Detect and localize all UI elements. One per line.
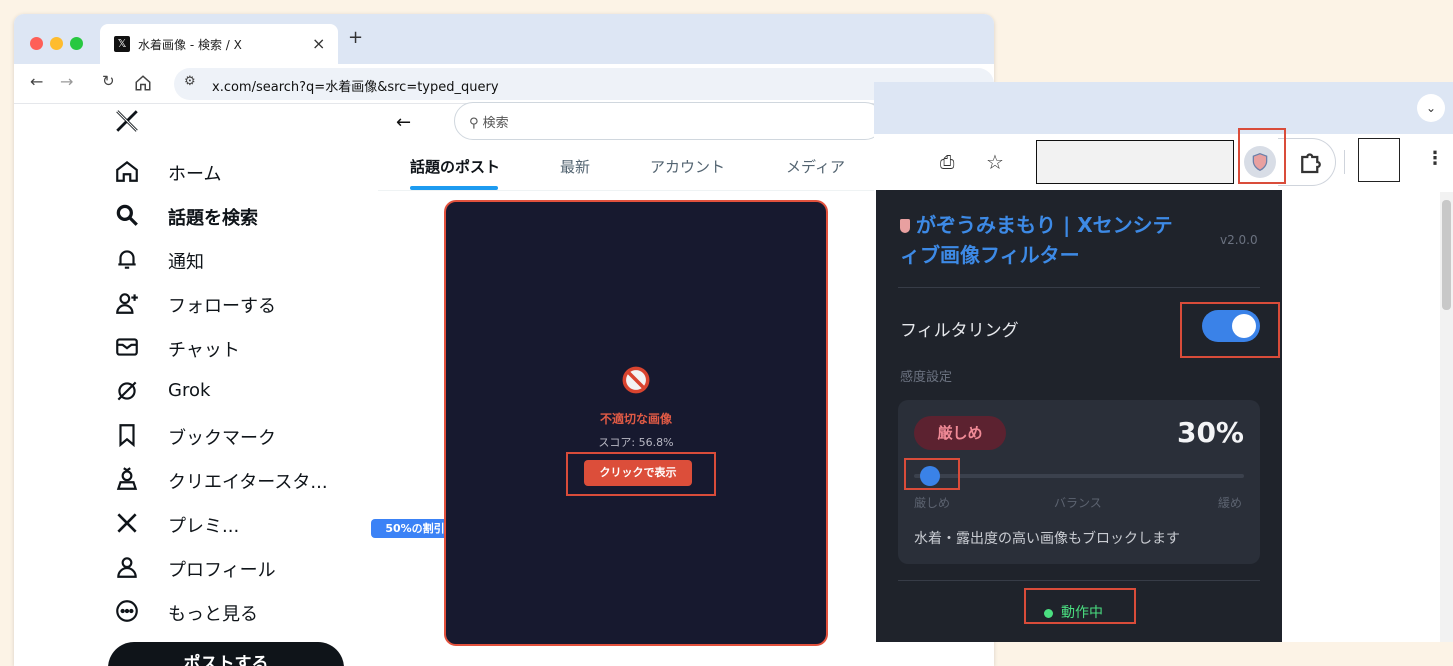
user-icon xyxy=(117,557,137,578)
filtered-image-card: 不適切な画像 スコア: 56.8% クリックで表示 xyxy=(444,200,828,646)
sidebar-item-label: ホーム xyxy=(168,164,222,185)
maximize-window-icon[interactable] xyxy=(70,37,83,50)
browser-window-extension: ⌄ ⎙ ☆ ⋮ がぞうみまもり | Xセンシティブ画像フィルター v2.0.0 … xyxy=(874,82,1453,642)
sidebar-item-label: プレミ... xyxy=(168,516,240,537)
search-field: ⚲ 検索 xyxy=(469,112,509,131)
sidebar-item-label: ブックマーク xyxy=(168,428,276,449)
bookmark-icon xyxy=(119,424,135,448)
sensitivity-panel: 厳しめ 30% 厳しめ バランス 緩め 水着・露出度の高い画像もブロックします xyxy=(898,400,1260,564)
scrollbar-thumb[interactable] xyxy=(1442,200,1451,310)
url-text: x.com/search?q=水着画像&src=typed_query xyxy=(212,80,499,95)
tick-lenient: 緩め xyxy=(1218,496,1243,510)
search-icon xyxy=(116,204,138,226)
divider xyxy=(898,287,1260,288)
back-arrow-icon[interactable]: ← xyxy=(396,112,411,133)
prohibited-icon xyxy=(622,366,650,394)
sidebar-item-label: チャット xyxy=(168,340,240,361)
browser-toolbar: ⎙ ☆ ⋮ xyxy=(874,128,1453,190)
search-icon: ⚲ xyxy=(469,116,483,131)
address-bar[interactable] xyxy=(1036,140,1234,184)
tab-latest[interactable]: 最新 xyxy=(560,156,590,177)
x-logo-icon[interactable] xyxy=(114,108,140,134)
tab-strip: ⌄ xyxy=(874,82,1453,134)
back-icon[interactable]: ← xyxy=(30,72,43,91)
inappropriate-label: 不適切な画像 xyxy=(599,412,672,426)
chevron-down-icon[interactable]: ⌄ xyxy=(1417,94,1445,122)
add-user-icon xyxy=(116,293,138,314)
post-button[interactable]: ポストする xyxy=(108,642,344,666)
star-icon[interactable]: ☆ xyxy=(986,150,1004,174)
profile-button[interactable] xyxy=(1358,138,1400,182)
x-logo-icon xyxy=(117,513,137,533)
tab-top[interactable]: 話題のポスト xyxy=(410,156,500,177)
address-bar[interactable]: ⚙ x.com/search?q=水着画像&src=typed_query xyxy=(174,68,994,100)
browser-window-x: 𝕏 水着画像 - 検索 / X × + ← → ↻ ⚙ x.com/search… xyxy=(14,14,994,666)
tick-strict: 厳しめ xyxy=(914,496,951,510)
new-tab-icon[interactable]: + xyxy=(348,27,363,48)
popup-title: がぞうみまもり | Xセンシティブ画像フィルター xyxy=(900,210,1190,270)
sensitivity-slider-track[interactable] xyxy=(914,474,1244,478)
browser-tab[interactable]: 𝕏 水着画像 - 検索 / X × xyxy=(100,24,338,64)
extension-popup: がぞうみまもり | Xセンシティブ画像フィルター v2.0.0 フィルタリング … xyxy=(876,190,1282,642)
search-input[interactable]: ⚲ 検索 xyxy=(454,102,884,140)
sidebar-item-label: クリエイタースタ... xyxy=(168,472,328,493)
puzzle-icon[interactable] xyxy=(1296,146,1326,178)
score-label: スコア: 56.8% xyxy=(598,436,674,449)
install-app-icon[interactable]: ⎙ xyxy=(940,152,954,173)
version-label: v2.0.0 xyxy=(1220,233,1258,247)
bell-icon xyxy=(118,250,136,269)
sensitivity-label: 感度設定 xyxy=(900,370,953,385)
close-window-icon[interactable] xyxy=(30,37,43,50)
x-favicon-icon: 𝕏 xyxy=(114,36,130,52)
creator-icon xyxy=(116,467,138,490)
sidebar-item-label: Grok xyxy=(168,380,211,401)
more-circle-icon xyxy=(116,600,138,622)
close-tab-icon[interactable]: × xyxy=(312,34,325,53)
home-icon[interactable] xyxy=(134,74,152,92)
search-placeholder: 検索 xyxy=(482,116,509,131)
mail-icon xyxy=(116,338,138,356)
highlight-box xyxy=(904,458,960,490)
kebab-menu-icon[interactable]: ⋮ xyxy=(1426,148,1444,169)
tick-balance: バランス xyxy=(1054,496,1102,510)
tab-accounts[interactable]: アカウント xyxy=(650,156,725,177)
tab-bar: 𝕏 水着画像 - 検索 / X × + xyxy=(14,14,994,64)
popup-title-text: がぞうみまもり | Xセンシティブ画像フィルター xyxy=(900,213,1173,267)
browser-toolbar: ← → ↻ ⚙ x.com/search?q=水着画像&src=typed_qu… xyxy=(14,64,994,104)
sidebar-item-label: 通知 xyxy=(168,252,204,273)
home-icon xyxy=(116,160,138,182)
level-badge: 厳しめ xyxy=(914,416,1006,450)
highlight-box xyxy=(1238,128,1286,184)
highlight-box xyxy=(566,452,716,496)
sensitivity-percent: 30% xyxy=(1176,416,1244,449)
minimize-window-icon[interactable] xyxy=(50,37,63,50)
shield-icon xyxy=(900,219,910,233)
sensitivity-description: 水着・露出度の高い画像もブロックします xyxy=(914,531,1180,547)
tab-media[interactable]: メディア xyxy=(786,156,845,177)
sidebar-item-label: 話題を検索 xyxy=(168,208,258,229)
toolbar-divider xyxy=(1344,150,1345,174)
grok-icon xyxy=(117,381,137,401)
highlight-box xyxy=(1180,302,1280,358)
tab-title: 水着画像 - 検索 / X xyxy=(138,38,242,52)
forward-icon[interactable]: → xyxy=(60,72,73,91)
filtering-label: フィルタリング xyxy=(900,321,1019,341)
divider xyxy=(898,580,1260,581)
reload-icon[interactable]: ↻ xyxy=(102,72,115,90)
sidebar-item-label: フォローする xyxy=(168,296,276,317)
site-settings-icon[interactable]: ⚙ xyxy=(184,74,196,89)
sidebar-item-label: プロフィール xyxy=(168,560,276,581)
highlight-box xyxy=(1024,588,1136,624)
sidebar-item-label: もっと見る xyxy=(168,604,258,625)
